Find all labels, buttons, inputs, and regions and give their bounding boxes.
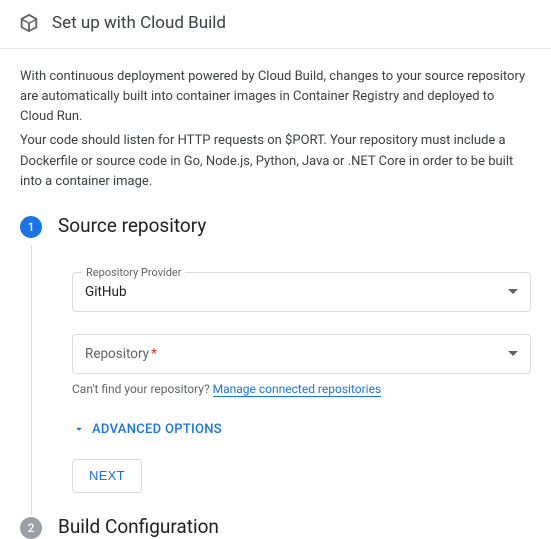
provider-field: Repository Provider GitHub bbox=[72, 253, 531, 312]
step-build-configuration: 2 Build Configuration bbox=[20, 515, 531, 538]
manage-repositories-link[interactable]: Manage connected repositories bbox=[213, 382, 382, 397]
provider-value: GitHub bbox=[85, 284, 127, 300]
panel-content: With continuous deployment powered by Cl… bbox=[0, 49, 551, 538]
step-title-build-configuration: Build Configuration bbox=[58, 515, 531, 538]
step-badge-1: 1 bbox=[20, 216, 42, 238]
panel-header: Set up with Cloud Build bbox=[0, 0, 551, 49]
step-body-1: Repository Provider GitHub Repository* C… bbox=[31, 245, 531, 515]
step-title-source-repository: Source repository bbox=[58, 214, 531, 237]
repository-select[interactable]: Repository* bbox=[72, 334, 531, 374]
intro-paragraph-1: With continuous deployment powered by Cl… bbox=[20, 67, 531, 127]
advanced-options-label: ADVANCED OPTIONS bbox=[92, 422, 222, 437]
repository-placeholder: Repository* bbox=[85, 346, 157, 362]
cloud-build-icon bbox=[18, 12, 40, 34]
repository-helper: Can't find your repository? Manage conne… bbox=[72, 382, 531, 396]
caret-down-icon bbox=[508, 351, 518, 356]
step-badge-2: 2 bbox=[20, 517, 42, 539]
panel-title: Set up with Cloud Build bbox=[52, 13, 226, 33]
stepper: 1 Source repository Repository Provider … bbox=[20, 214, 531, 538]
caret-down-icon bbox=[508, 289, 518, 294]
provider-label: Repository Provider bbox=[82, 266, 185, 279]
intro-paragraph-2: Your code should listen for HTTP request… bbox=[20, 131, 531, 191]
advanced-options-toggle[interactable]: ADVANCED OPTIONS bbox=[72, 422, 531, 437]
next-button[interactable]: NEXT bbox=[72, 459, 142, 493]
step-source-repository: 1 Source repository Repository Provider … bbox=[20, 214, 531, 515]
chevron-down-icon bbox=[72, 422, 86, 436]
repository-field: Repository* Can't find your repository? … bbox=[72, 334, 531, 396]
